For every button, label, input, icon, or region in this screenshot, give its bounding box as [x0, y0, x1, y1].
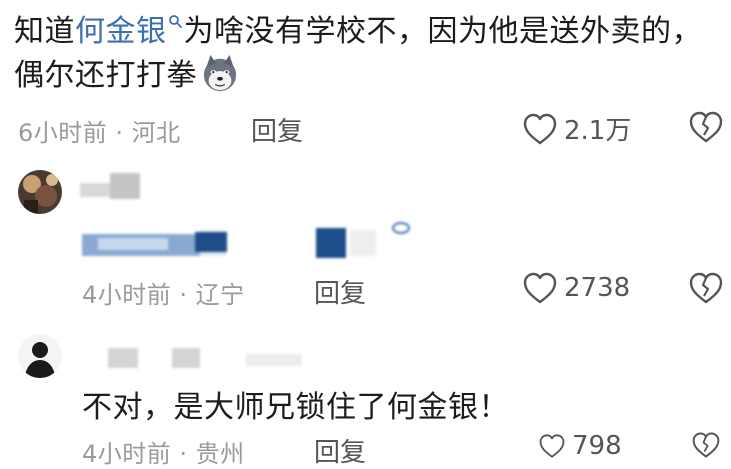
like-button[interactable]: 798: [538, 431, 622, 461]
meta-separator: ·: [171, 281, 196, 309]
heart-icon: [523, 113, 557, 144]
like-button[interactable]: 2.1万: [522, 110, 631, 147]
redacted-username: [108, 346, 308, 370]
main-comment-text: 知道何金银 为啥没有学校不，因为他是送外卖的，偶尔还打打拳: [14, 10, 726, 98]
reply-location: 贵州: [195, 440, 245, 468]
user-mention-link[interactable]: 何金银: [75, 14, 167, 49]
reply-button[interactable]: 回复: [314, 273, 366, 310]
meta-separator: ·: [171, 440, 196, 468]
like-count: 2.1万: [564, 116, 632, 146]
reply-meta: 4小时前 · 辽宁: [82, 275, 245, 310]
husky-emoji-icon: [203, 54, 237, 91]
broken-heart-icon[interactable]: [688, 271, 724, 305]
avatar[interactable]: [18, 170, 62, 214]
reply-button[interactable]: 回复: [314, 432, 366, 469]
comment-time: 6小时前: [18, 119, 108, 147]
reply-time: 4小时前: [82, 440, 172, 468]
reply-button[interactable]: 回复: [251, 111, 303, 148]
comment-location: 河北: [131, 119, 181, 147]
heart-icon: [523, 272, 557, 304]
broken-heart-icon[interactable]: [690, 431, 722, 459]
reply-text: 不对，是大师兄锁住了何金银！: [82, 390, 509, 425]
like-count: 2738: [564, 273, 631, 303]
comment-text-before: 知道: [14, 14, 75, 49]
redacted-username: [80, 173, 142, 201]
meta-separator: ·: [107, 119, 132, 147]
like-count: 798: [572, 431, 622, 461]
reply-time: 4小时前: [82, 281, 172, 309]
reply-location: 辽宁: [195, 281, 245, 309]
comment-meta: 6小时前 · 河北: [18, 113, 181, 148]
search-icon[interactable]: [168, 14, 182, 28]
heart-icon: [539, 434, 565, 458]
reply-meta: 4小时前 · 贵州: [82, 434, 245, 469]
broken-heart-icon[interactable]: [688, 110, 724, 144]
like-button[interactable]: 2738: [522, 271, 630, 305]
redacted-reply-content: [80, 222, 425, 264]
avatar[interactable]: [18, 334, 62, 378]
